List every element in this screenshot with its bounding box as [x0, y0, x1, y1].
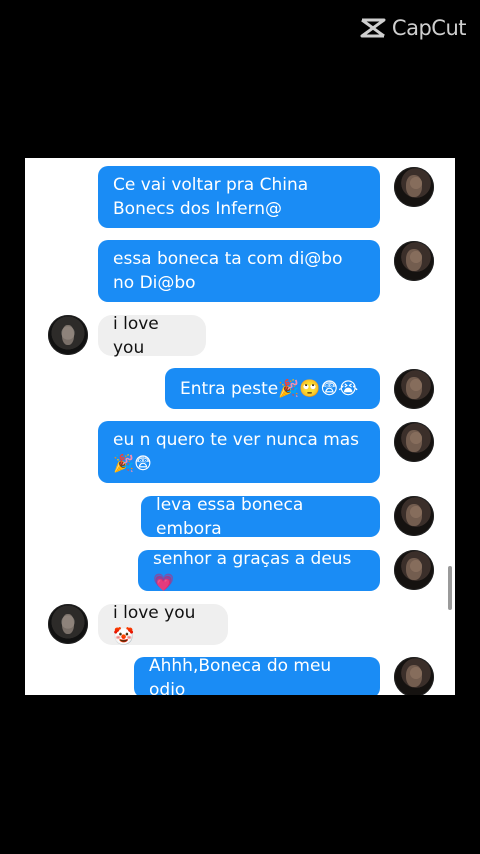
sent-message-bubble: Entra peste🎉🙄😨😭	[165, 368, 380, 409]
sender-avatar	[394, 496, 434, 536]
message-text: Ahhh,Boneca do meu odio	[149, 655, 332, 696]
capcut-logo-icon	[360, 18, 386, 38]
sender-avatar	[394, 241, 434, 281]
contact-avatar	[48, 315, 88, 355]
contact-avatar	[48, 604, 88, 644]
message-text: leva essa boneca embora	[156, 494, 304, 539]
scrollbar[interactable]	[448, 566, 452, 610]
sender-avatar	[394, 550, 434, 590]
sent-message-bubble: Ahhh,Boneca do meu odio	[134, 655, 380, 696]
sent-message-bubble: Ce vai voltar pra China Bonecs dos Infer…	[98, 166, 380, 228]
sender-avatar	[394, 369, 434, 409]
sent-message-bubble: leva essa boneca embora	[141, 495, 380, 539]
sender-avatar	[394, 422, 434, 462]
message-text: i love you🤡	[113, 602, 196, 647]
sender-avatar	[394, 167, 434, 207]
received-message-bubble: i love you🤡	[98, 603, 228, 647]
sent-message-bubble: essa boneca ta com di@bo no Di@bo	[98, 240, 380, 302]
capcut-watermark: CapCut	[358, 14, 467, 42]
message-text: i love you	[113, 313, 159, 358]
message-text: Ce vai voltar pra China Bonecs dos Infer…	[113, 175, 309, 219]
capcut-brand-text: CapCut	[391, 16, 467, 40]
chat-screenshot: Ce vai voltar pra China Bonecs dos Infer…	[25, 158, 455, 695]
sender-avatar	[394, 657, 434, 695]
message-text: Entra peste🎉🙄😨😭	[180, 378, 359, 399]
received-message-bubble: i love you	[98, 314, 206, 358]
sent-message-bubble: senhor a graças a deus💗	[138, 549, 380, 593]
sent-message-bubble: eu n quero te ver nunca mas 🎉😨	[98, 421, 380, 483]
message-text: essa boneca ta com di@bo no Di@bo	[113, 249, 343, 293]
message-text: eu n quero te ver nunca mas 🎉😨	[113, 430, 360, 474]
message-text: senhor a graças a deus💗	[153, 548, 352, 593]
